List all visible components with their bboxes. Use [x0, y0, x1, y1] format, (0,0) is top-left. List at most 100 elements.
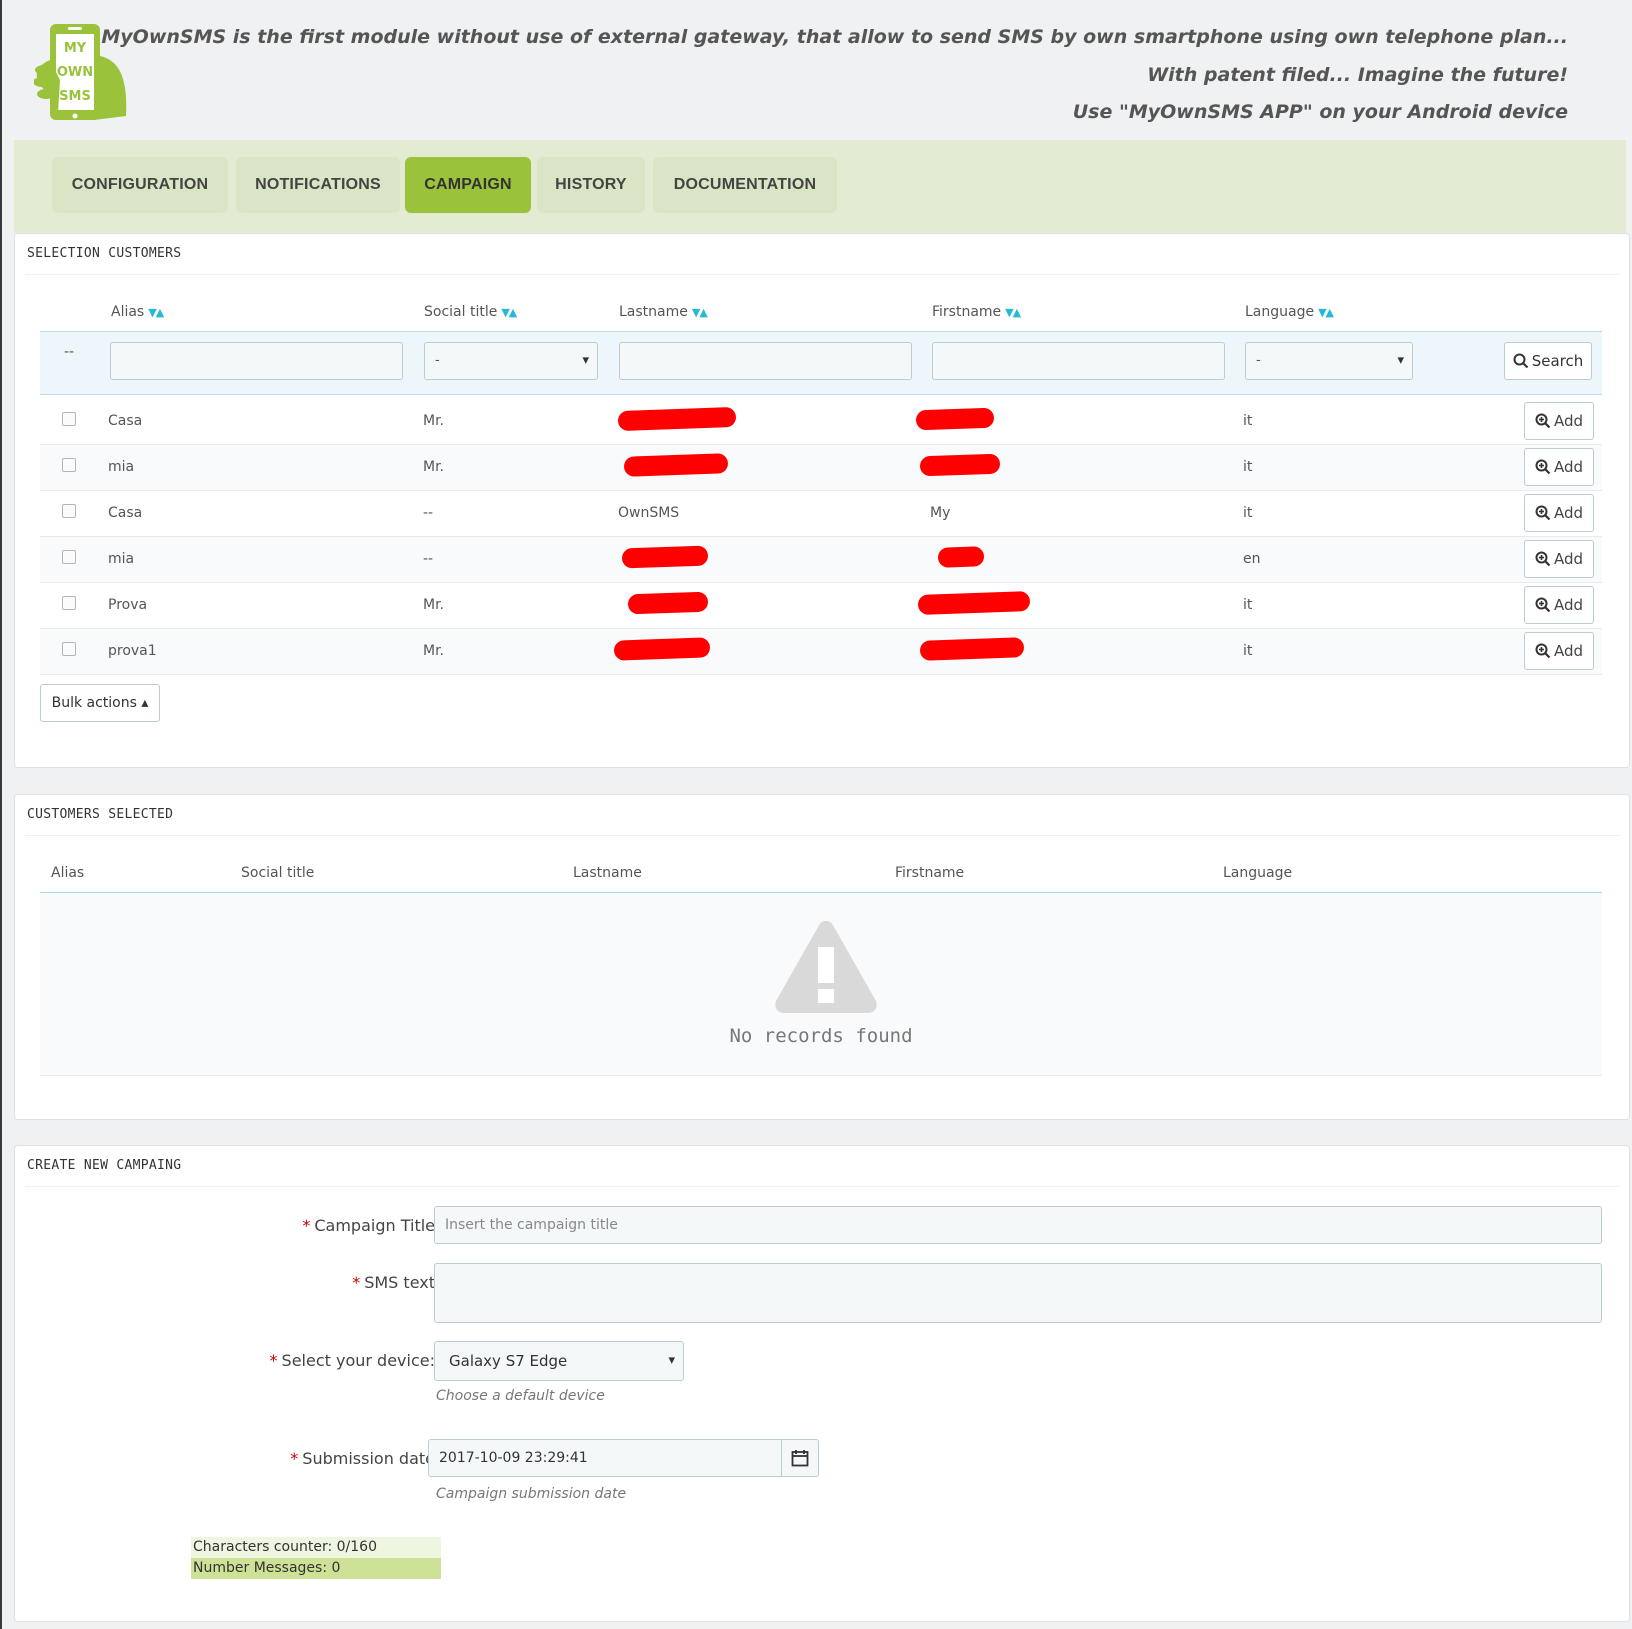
customers-selected-panel: CUSTOMERS SELECTED Alias Social title La…: [14, 794, 1630, 1120]
sms-text-label: * SMS text: [352, 1273, 435, 1292]
zoom-in-icon: [1535, 413, 1551, 429]
language-filter-select[interactable]: -: [1245, 342, 1413, 380]
module-tabs: CONFIGURATION NOTIFICATIONS CAMPAIGN HIS…: [14, 140, 1626, 233]
search-icon: [1513, 353, 1528, 369]
cell-social-title: Mr.: [423, 459, 444, 475]
firstname-filter-input[interactable]: [932, 342, 1225, 380]
submission-date-hint: Campaign submission date: [436, 1486, 627, 1502]
cell-social-title: Mr.: [423, 413, 444, 429]
filter-dash: --: [64, 344, 75, 360]
cell-alias: Prova: [108, 597, 148, 613]
redacted-firstname: [919, 637, 1025, 661]
lastname-filter-input[interactable]: [619, 342, 912, 380]
table-row: Prova Mr. it Add: [40, 583, 1602, 629]
add-customer-button[interactable]: Add: [1524, 402, 1594, 440]
cell-alias: mia: [108, 459, 135, 475]
cell-language: it: [1243, 413, 1253, 429]
redacted-firstname: [917, 591, 1031, 615]
logo-text-my: MY: [64, 41, 87, 56]
cell-language: it: [1243, 597, 1253, 613]
column-header-firstname: Firstname: [895, 865, 965, 881]
table-row: prova1 Mr. it Add: [40, 629, 1602, 675]
cell-language: it: [1243, 643, 1253, 659]
panel-title: SELECTION CUSTOMERS: [27, 246, 182, 261]
campaign-title-input[interactable]: Insert the campaign title: [434, 1206, 1602, 1244]
column-header-alias[interactable]: Alias ▼▲: [111, 304, 164, 320]
alias-filter-input[interactable]: [110, 342, 403, 380]
row-checkbox[interactable]: [62, 458, 76, 472]
panel-title: CUSTOMERS SELECTED: [27, 807, 174, 822]
logo-text-own: OWN: [57, 65, 93, 80]
sort-arrows-icon[interactable]: ▼▲: [692, 306, 708, 319]
redacted-lastname: [623, 453, 729, 477]
row-checkbox[interactable]: [62, 642, 76, 656]
filter-row: -- - - Search: [40, 331, 1602, 395]
tab-configuration[interactable]: CONFIGURATION: [52, 157, 228, 213]
device-label: * Select your device:: [269, 1351, 435, 1370]
no-records-text: No records found: [729, 1025, 913, 1047]
cell-lastname: OwnSMS: [618, 505, 680, 521]
row-checkbox[interactable]: [62, 596, 76, 610]
add-customer-button[interactable]: Add: [1524, 494, 1594, 532]
sort-arrows-icon[interactable]: ▼▲: [148, 306, 164, 319]
bulk-actions-button[interactable]: Bulk actions ▴: [40, 684, 160, 722]
add-customer-button[interactable]: Add: [1524, 586, 1594, 624]
column-header-language[interactable]: Language ▼▲: [1245, 304, 1334, 320]
social-title-filter-select[interactable]: -: [424, 342, 598, 380]
sort-arrows-icon[interactable]: ▼▲: [501, 306, 517, 319]
logo-text-sms: SMS: [59, 89, 91, 104]
window-edge: [0, 0, 2, 1629]
column-header-social-title[interactable]: Social title ▼▲: [424, 304, 517, 320]
table-row: Casa Mr. it Add: [40, 399, 1602, 445]
calendar-icon: [791, 1450, 809, 1467]
cell-social-title: --: [423, 505, 434, 521]
add-customer-button[interactable]: Add: [1524, 540, 1594, 578]
row-checkbox[interactable]: [62, 550, 76, 564]
redacted-lastname: [613, 637, 711, 661]
redacted-firstname: [915, 407, 995, 431]
add-customer-button[interactable]: Add: [1524, 448, 1594, 486]
cell-language: en: [1243, 551, 1261, 567]
zoom-in-icon: [1535, 459, 1551, 475]
characters-counter: Characters counter: 0/160: [191, 1537, 441, 1558]
sms-text-textarea[interactable]: [434, 1263, 1602, 1323]
cell-alias: Casa: [108, 505, 143, 521]
submission-date-input[interactable]: 2017-10-09 23:29:41: [428, 1439, 782, 1477]
tab-documentation[interactable]: DOCUMENTATION: [653, 157, 837, 213]
column-header-firstname[interactable]: Firstname ▼▲: [932, 304, 1021, 320]
redacted-lastname: [627, 591, 709, 615]
row-checkbox[interactable]: [62, 412, 76, 426]
row-checkbox[interactable]: [62, 504, 76, 518]
module-header: MY OWN SMS MyOwnSMS is the first module …: [14, 0, 1626, 140]
zoom-in-icon: [1535, 643, 1551, 659]
table-row: mia Mr. it Add: [40, 445, 1602, 491]
zoom-in-icon: [1535, 505, 1551, 521]
tagline-patent: With patent filed... Imagine the future!: [1147, 64, 1568, 86]
tagline-app: Use "MyOwnSMS APP" on your Android devic…: [1072, 101, 1568, 123]
cell-social-title: Mr.: [423, 643, 444, 659]
sort-arrows-icon[interactable]: ▼▲: [1005, 306, 1021, 319]
search-button[interactable]: Search: [1504, 342, 1592, 380]
messages-counter: Number Messages: 0: [191, 1558, 441, 1579]
sort-arrows-icon[interactable]: ▼▲: [1318, 306, 1334, 319]
column-header-lastname[interactable]: Lastname ▼▲: [619, 304, 708, 320]
column-header-social-title: Social title: [241, 865, 315, 881]
panel-title: CREATE NEW CAMPAING: [27, 1158, 182, 1173]
selection-customers-panel: SELECTION CUSTOMERS Alias ▼▲ Social title…: [14, 233, 1630, 768]
tab-notifications[interactable]: NOTIFICATIONS: [236, 157, 400, 213]
cell-social-title: --: [423, 551, 434, 567]
column-header-alias: Alias: [51, 865, 85, 881]
redacted-firstname: [919, 453, 1001, 477]
cell-alias: mia: [108, 551, 135, 567]
add-customer-button[interactable]: Add: [1524, 632, 1594, 670]
tab-history[interactable]: HISTORY: [537, 157, 645, 213]
create-campaign-panel: CREATE NEW CAMPAING * Campaign Title Inse…: [14, 1145, 1630, 1622]
device-hint: Choose a default device: [436, 1388, 605, 1404]
tab-campaign[interactable]: CAMPAIGN: [405, 157, 531, 213]
table-row: mia -- en Add: [40, 537, 1602, 583]
cell-alias: Casa: [108, 413, 143, 429]
calendar-button[interactable]: [781, 1439, 819, 1477]
cell-language: it: [1243, 505, 1253, 521]
device-select[interactable]: Galaxy S7 Edge: [434, 1341, 684, 1381]
warning-icon: [775, 921, 877, 1013]
